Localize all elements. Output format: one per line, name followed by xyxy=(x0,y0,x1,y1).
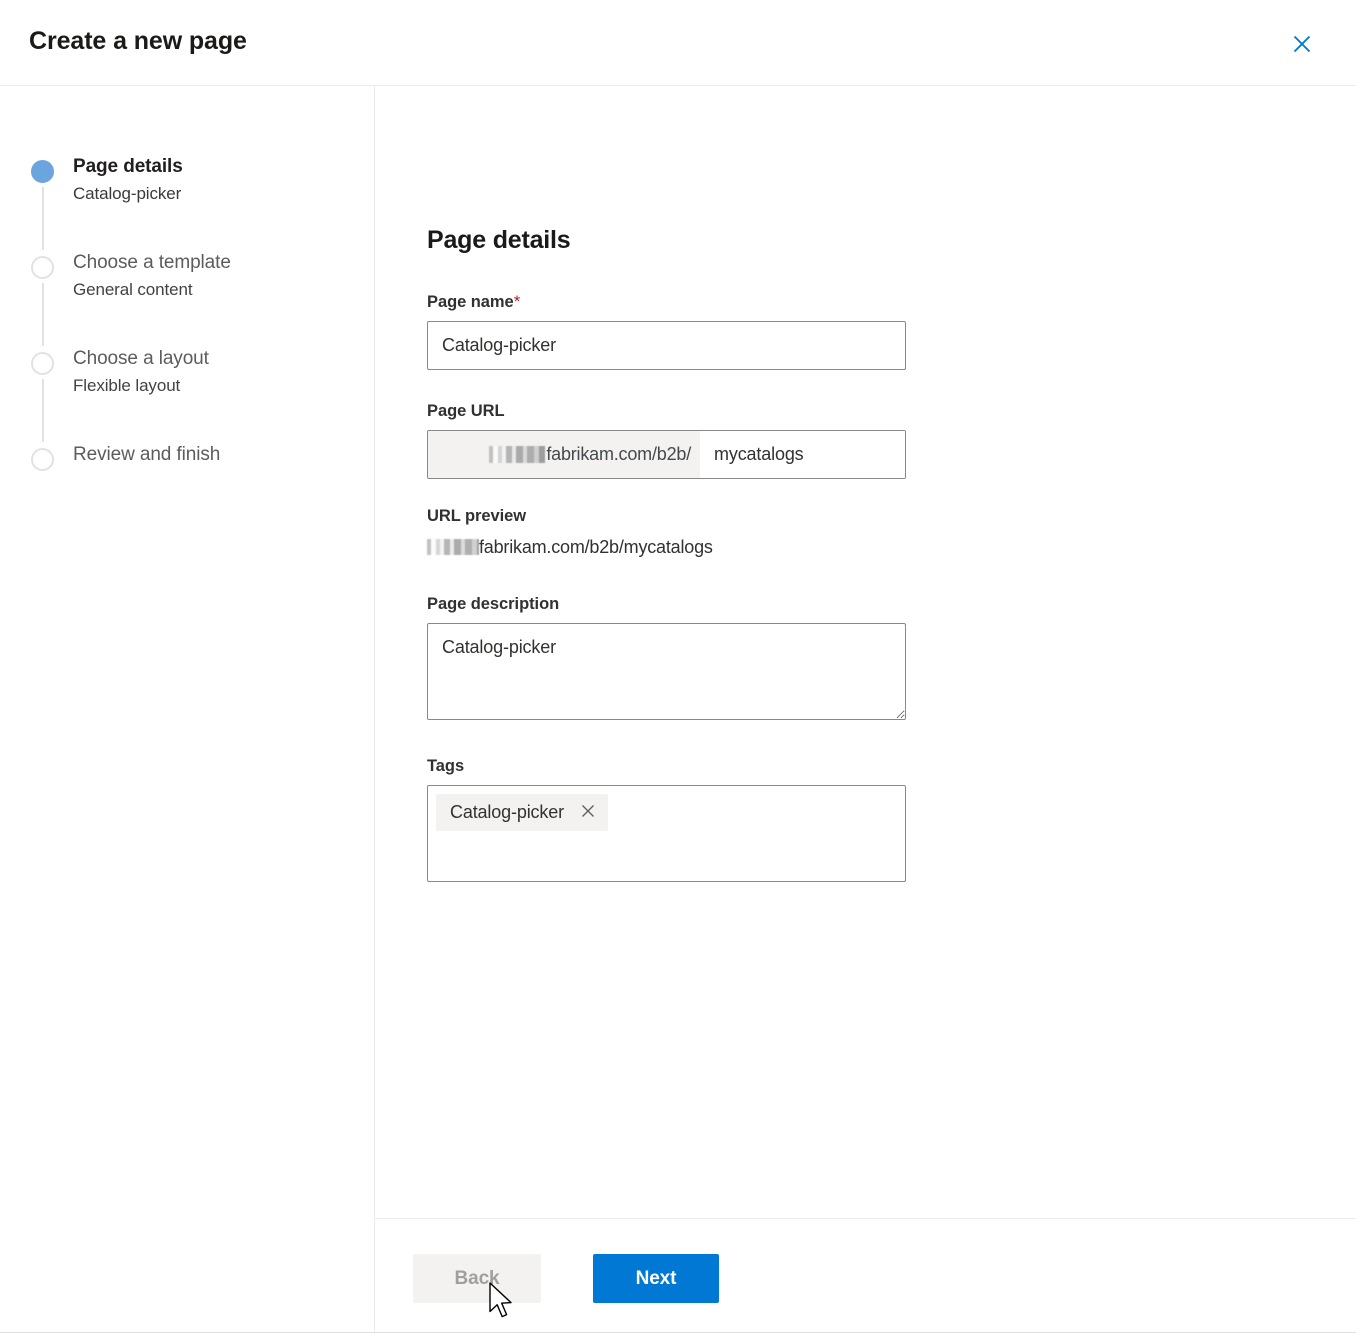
tag-chip: Catalog-picker xyxy=(436,794,608,831)
step-sublabel: General content xyxy=(73,280,193,299)
step-label: Review and finish xyxy=(73,444,221,465)
page-name-label: Page name* xyxy=(427,291,906,321)
page-url-prefix-text: fabrikam.com/b2b/ xyxy=(546,444,691,464)
page-url-slug-input[interactable] xyxy=(700,431,905,478)
close-icon xyxy=(1291,33,1313,55)
back-button[interactable]: Back xyxy=(413,1254,541,1303)
step-label: Page details xyxy=(73,156,183,177)
tag-remove-button[interactable] xyxy=(578,803,598,823)
redaction-block-icon xyxy=(427,539,479,555)
sidebar-item-page-details[interactable]: Page details Catalog-picker xyxy=(0,154,374,250)
wizard-steps-rail: Page details Catalog-picker Choose a tem… xyxy=(0,86,375,1218)
step-marker-active-icon xyxy=(31,160,54,183)
dialog-body: Page details Catalog-picker Choose a tem… xyxy=(0,86,1356,1218)
step-sublabel: Flexible layout xyxy=(73,376,181,395)
page-url-field[interactable]: fabrikam.com/b2b/ xyxy=(427,430,906,479)
tags-label: Tags xyxy=(427,757,465,775)
page-details-form: Page name* Page URL fabrikam.com/b2b/ xyxy=(427,291,906,882)
page-name-input[interactable] xyxy=(427,321,906,370)
content-pane: Page details Page name* Page URL fabrika… xyxy=(375,86,1356,1218)
url-preview-value-row: fabrikam.com/b2b/mycatalogs xyxy=(427,534,906,560)
close-icon xyxy=(580,803,596,822)
dialog-header: Create a new page xyxy=(0,0,1356,86)
field-url-preview: URL preview fabrikam.com/b2b/mycatalogs xyxy=(427,505,906,560)
tags-input-box[interactable]: Catalog-picker xyxy=(427,785,906,882)
footer-actions: Back Next xyxy=(375,1218,1356,1332)
next-button[interactable]: Next xyxy=(593,1254,719,1303)
page-description-label: Page description xyxy=(427,595,560,613)
step-connector xyxy=(42,283,44,346)
field-page-name: Page name* xyxy=(427,291,906,370)
tag-chip-label: Catalog-picker xyxy=(450,802,564,822)
step-connector xyxy=(42,187,44,250)
dialog-footer: Back Next xyxy=(0,1218,1356,1332)
page-description-textarea[interactable] xyxy=(427,623,906,720)
sidebar-item-choose-a-layout[interactable]: Choose a layout Flexible layout xyxy=(0,346,374,442)
step-sublabel: Catalog-picker xyxy=(73,184,182,203)
step-label: Choose a layout xyxy=(73,348,209,369)
url-preview-value: fabrikam.com/b2b/mycatalogs xyxy=(479,537,713,557)
field-page-url: Page URL fabrikam.com/b2b/ xyxy=(427,400,906,479)
step-marker-pending-icon xyxy=(31,256,54,279)
close-button[interactable] xyxy=(1284,26,1320,62)
wizard-steps-list: Page details Catalog-picker Choose a tem… xyxy=(0,86,374,482)
step-marker-pending-icon xyxy=(31,352,54,375)
section-heading: Page details xyxy=(427,226,571,254)
step-connector xyxy=(42,379,44,442)
field-tags: Tags Catalog-picker xyxy=(427,755,906,882)
sidebar-item-choose-a-template[interactable]: Choose a template General content xyxy=(0,250,374,346)
page-url-prefix: fabrikam.com/b2b/ xyxy=(428,431,700,478)
required-indicator: * xyxy=(513,292,521,311)
redaction-block-icon xyxy=(489,446,546,463)
field-page-description: Page description xyxy=(427,593,906,725)
sidebar-item-review-and-finish[interactable]: Review and finish xyxy=(0,442,374,482)
create-page-dialog: Create a new page Page details Catalog-p… xyxy=(0,0,1356,1333)
step-marker-pending-icon xyxy=(31,448,54,471)
page-url-label: Page URL xyxy=(427,402,505,420)
page-title: Create a new page xyxy=(29,27,247,55)
url-preview-label: URL preview xyxy=(427,507,527,525)
step-label: Choose a template xyxy=(73,252,231,273)
page-name-label-text: Page name xyxy=(427,293,514,311)
footer-rail-gap xyxy=(0,1218,375,1332)
